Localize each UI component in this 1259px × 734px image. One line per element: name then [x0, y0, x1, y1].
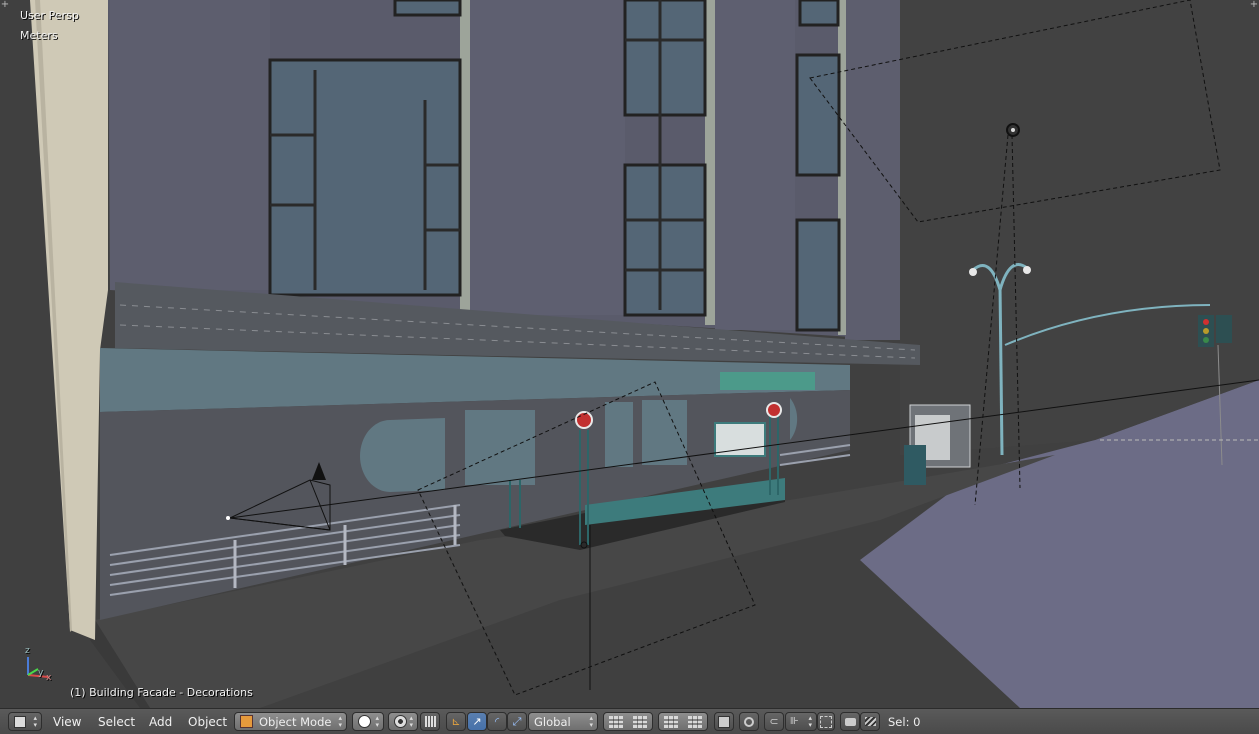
- render-opengl-animation-button[interactable]: [860, 712, 880, 731]
- units-label: Meters: [20, 29, 58, 42]
- 3d-view-header: ▴ ▾ View Select Add Object Object Mode ▴ ▾…: [0, 708, 1259, 734]
- manipulator-toggle-button[interactable]: ⊾: [446, 712, 466, 731]
- object-menu[interactable]: Object: [188, 712, 227, 731]
- snap-element-selector[interactable]: ⊪ ▴ ▾: [785, 712, 817, 731]
- updown-arrows-icon: ▴ ▾: [589, 713, 593, 729]
- orientation-label: Global: [534, 714, 571, 729]
- updown-arrows-icon: ▴ ▾: [808, 713, 812, 729]
- axis-x-label: x: [46, 673, 52, 683]
- layers-lock-icon: [718, 715, 730, 728]
- rotate-arc-icon: ◜: [494, 715, 500, 728]
- select-menu[interactable]: Select: [98, 712, 135, 731]
- scene-render[interactable]: [0, 0, 1259, 708]
- layer-grid-icon: [633, 715, 647, 728]
- pivot-point-selector[interactable]: ▴ ▾: [388, 712, 418, 731]
- manipulate-center-points-button[interactable]: [420, 712, 440, 731]
- mode-selector[interactable]: Object Mode ▴ ▾: [234, 712, 347, 731]
- updown-arrows-icon: ▴ ▾: [338, 713, 342, 729]
- rotate-manipulator-button[interactable]: ◜: [487, 712, 507, 731]
- cube-editor-icon: [14, 715, 26, 728]
- snap-toggle-button[interactable]: ⊂: [764, 712, 784, 731]
- magnet-icon: ⊂: [769, 715, 779, 728]
- solid-shading-icon: [358, 715, 371, 728]
- axis-gizmo: [27, 657, 49, 678]
- viewport-corner-plus-icon-right[interactable]: +: [1249, 0, 1259, 10]
- object-mode-icon: [240, 715, 253, 728]
- translate-arrow-icon: ↗: [472, 715, 482, 728]
- proportional-editing-button[interactable]: [739, 712, 759, 731]
- axis-y-label: y: [38, 668, 44, 678]
- editor-type-selector[interactable]: ▴ ▾: [8, 712, 42, 731]
- layer-grid-icon: [664, 715, 678, 728]
- station-sign: [720, 372, 815, 390]
- translate-manipulator-button[interactable]: ↗: [467, 712, 487, 731]
- 3d-viewport[interactable]: User Persp Meters (1) Building Facade - …: [0, 0, 1259, 708]
- snap-increment-icon: ⊪: [790, 716, 799, 727]
- scale-manipulator-button[interactable]: ⤢: [507, 712, 527, 731]
- manipulator-axes-icon: ⊾: [451, 715, 461, 728]
- add-menu[interactable]: Add: [149, 712, 172, 731]
- snap-target-button[interactable]: [817, 712, 835, 731]
- view-name-label: User Persp: [20, 9, 79, 22]
- updown-arrows-icon: ▴ ▾: [375, 713, 379, 729]
- layer-grid-icon: [609, 715, 623, 728]
- viewport-corner-plus-icon[interactable]: +: [0, 0, 10, 10]
- clapperboard-icon: [864, 717, 876, 726]
- layer-grid-icon: [688, 715, 702, 728]
- render-opengl-image-button[interactable]: [840, 712, 860, 731]
- transform-orientation-selector[interactable]: Global ▴ ▾: [528, 712, 598, 731]
- scale-icon: ⤢: [512, 714, 522, 728]
- updown-arrows-icon: ▴ ▾: [33, 713, 37, 729]
- layers-group-1[interactable]: [603, 712, 653, 731]
- selection-count: Sel: 0: [888, 714, 921, 729]
- selection-info: (1) Building Facade - Decorations: [70, 686, 253, 699]
- pivot-point-icon: [394, 715, 407, 728]
- snap-target-icon: [820, 715, 832, 728]
- view-menu[interactable]: View: [53, 712, 81, 731]
- viewport-shading-selector[interactable]: ▴ ▾: [352, 712, 384, 731]
- layers-group-2[interactable]: [658, 712, 708, 731]
- proportional-editing-icon: [744, 716, 754, 727]
- mode-label: Object Mode: [259, 714, 332, 729]
- updown-arrows-icon: ▴ ▾: [409, 713, 413, 729]
- axis-z-label: z: [25, 646, 30, 656]
- center-points-icon: [424, 716, 436, 727]
- lock-camera-layers-button[interactable]: [714, 712, 734, 731]
- camera-icon: [844, 717, 856, 726]
